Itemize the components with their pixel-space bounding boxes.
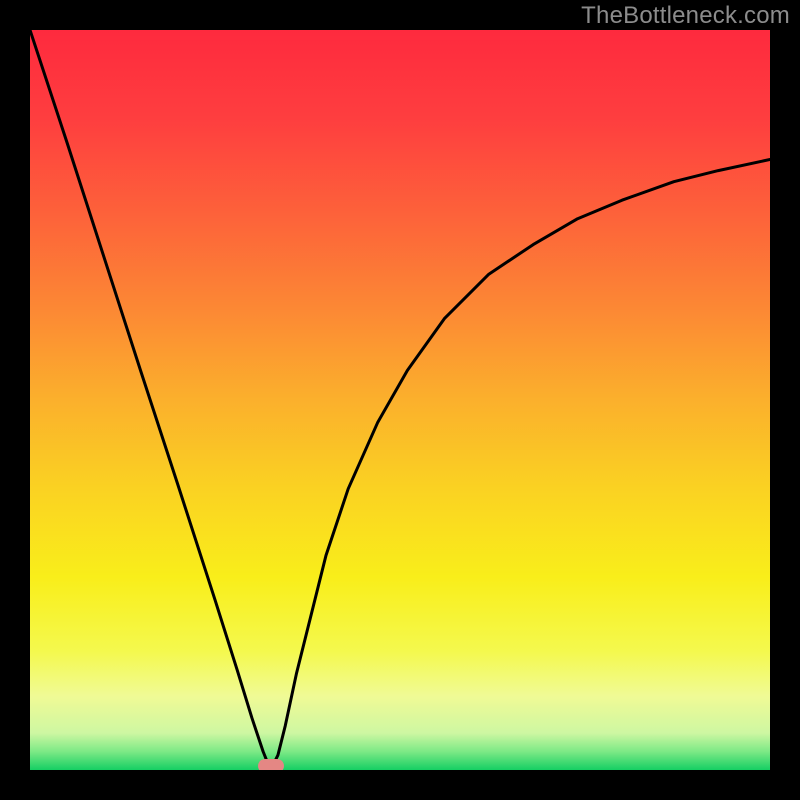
chart-frame: TheBottleneck.com [0,0,800,800]
plot-area [30,30,770,770]
bottleneck-curve [30,30,770,770]
watermark-text: TheBottleneck.com [581,2,790,30]
optimal-point-marker [258,759,284,770]
